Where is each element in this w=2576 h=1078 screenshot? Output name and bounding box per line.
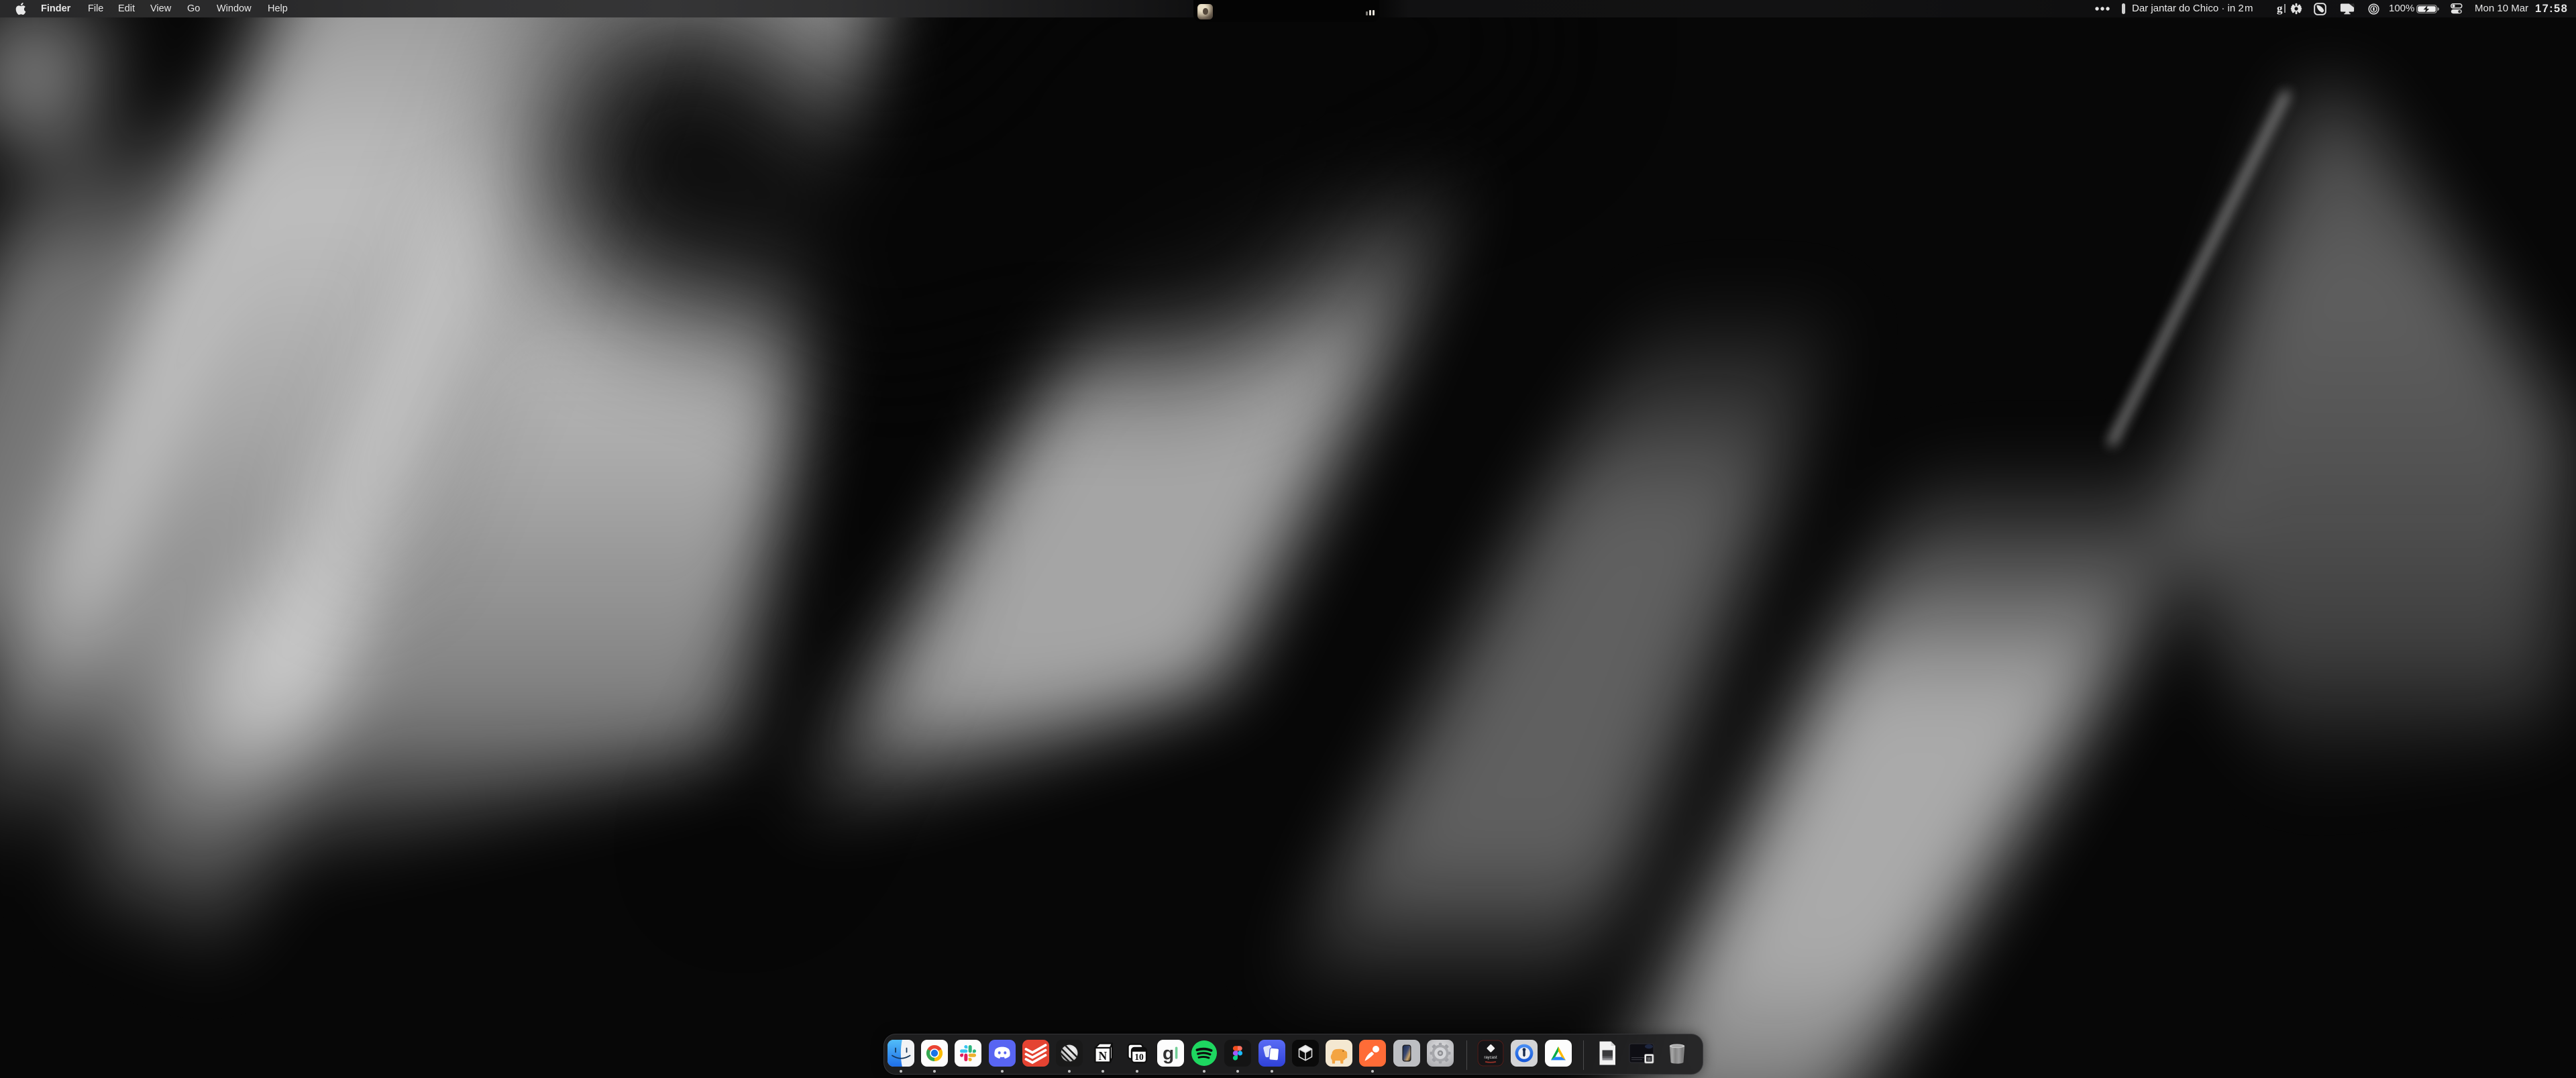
svg-text:10: 10 <box>1134 1052 1144 1062</box>
svg-text:raycast: raycast <box>1484 1056 1497 1060</box>
svg-text:g: g <box>1163 1043 1174 1064</box>
svg-text:11: 11 <box>1647 1058 1651 1062</box>
svg-text:N: N <box>1098 1049 1107 1063</box>
